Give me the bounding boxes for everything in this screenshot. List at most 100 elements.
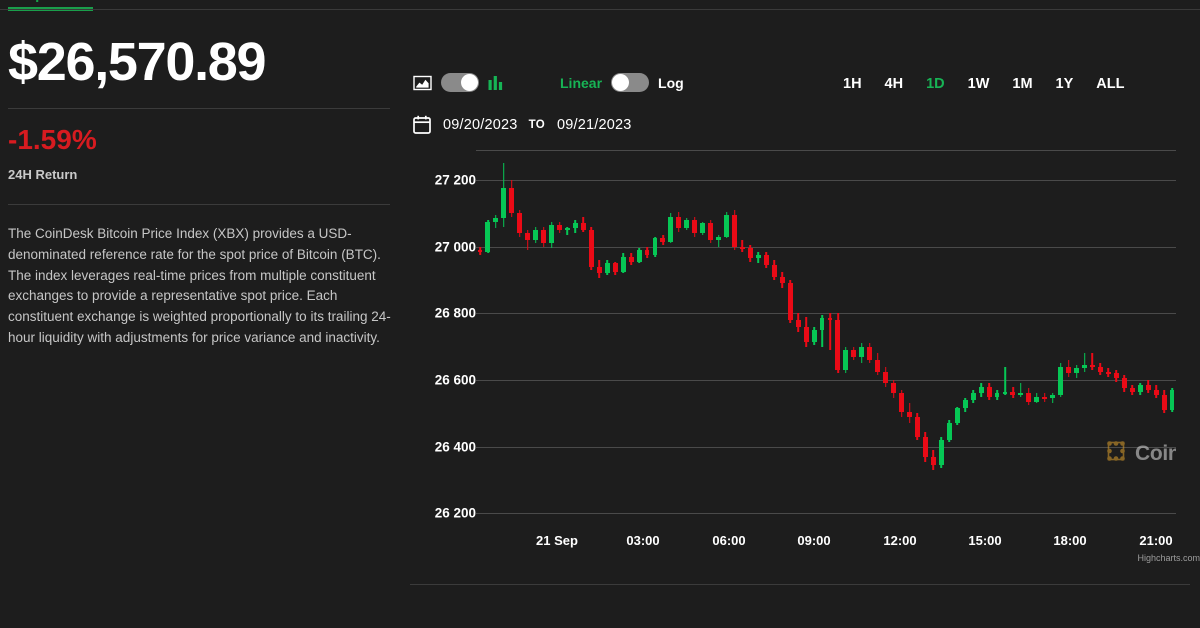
candlestick[interactable] xyxy=(1106,150,1111,530)
candlestick[interactable] xyxy=(764,150,769,530)
candlestick[interactable] xyxy=(820,150,825,530)
candlestick[interactable] xyxy=(843,150,848,530)
candlestick[interactable] xyxy=(533,150,538,530)
candlestick[interactable] xyxy=(653,150,658,530)
candlestick[interactable] xyxy=(597,150,602,530)
candlestick[interactable] xyxy=(915,150,920,530)
scale-toggle[interactable] xyxy=(611,73,649,92)
candlestick[interactable] xyxy=(493,150,498,530)
candlestick[interactable] xyxy=(875,150,880,530)
candlestick[interactable] xyxy=(1003,150,1008,530)
candlestick[interactable] xyxy=(1146,150,1151,530)
candlestick[interactable] xyxy=(995,150,1000,530)
candlestick[interactable] xyxy=(971,150,976,530)
candlestick[interactable] xyxy=(740,150,745,530)
candlestick[interactable] xyxy=(1170,150,1175,530)
candlestick[interactable] xyxy=(724,150,729,530)
candlestick[interactable] xyxy=(573,150,578,530)
candlestick[interactable] xyxy=(1082,150,1087,530)
candlestick[interactable] xyxy=(748,150,753,530)
candlestick[interactable] xyxy=(549,150,554,530)
candlestick[interactable] xyxy=(891,150,896,530)
scale-linear-label[interactable]: Linear xyxy=(560,75,602,91)
candlestick[interactable] xyxy=(1114,150,1119,530)
candlestick[interactable] xyxy=(1130,150,1135,530)
candlestick[interactable] xyxy=(780,150,785,530)
candlestick[interactable] xyxy=(1138,150,1143,530)
candlestick[interactable] xyxy=(613,150,618,530)
range-button-1d[interactable]: 1D xyxy=(925,74,946,94)
candlestick[interactable] xyxy=(812,150,817,530)
calendar-icon[interactable] xyxy=(413,115,431,134)
candlestick[interactable] xyxy=(883,150,888,530)
candlestick[interactable] xyxy=(565,150,570,530)
plot-area[interactable]: CoinDesk xyxy=(476,150,1176,530)
candlestick[interactable] xyxy=(987,150,992,530)
candlestick[interactable] xyxy=(660,150,665,530)
candlestick[interactable] xyxy=(788,150,793,530)
candlestick[interactable] xyxy=(947,150,952,530)
range-button-1y[interactable]: 1Y xyxy=(1055,74,1075,94)
candlestick[interactable] xyxy=(1058,150,1063,530)
candlestick[interactable] xyxy=(1066,150,1071,530)
candlestick[interactable] xyxy=(851,150,856,530)
candlestick[interactable] xyxy=(517,150,522,530)
candlestick[interactable] xyxy=(963,150,968,530)
candlestick[interactable] xyxy=(772,150,777,530)
candlestick[interactable] xyxy=(1018,150,1023,530)
candlestick[interactable] xyxy=(478,150,483,530)
date-end[interactable]: 09/21/2023 xyxy=(557,117,632,133)
candlestick[interactable] xyxy=(621,150,626,530)
candlestick[interactable] xyxy=(509,150,514,530)
scale-log-label[interactable]: Log xyxy=(658,75,684,91)
candlestick[interactable] xyxy=(692,150,697,530)
candlestick[interactable] xyxy=(589,150,594,530)
candlestick[interactable] xyxy=(716,150,721,530)
candlestick[interactable] xyxy=(1034,150,1039,530)
candlestick[interactable] xyxy=(1090,150,1095,530)
candlestick[interactable] xyxy=(605,150,610,530)
candlestick[interactable] xyxy=(708,150,713,530)
candlestick[interactable] xyxy=(939,150,944,530)
candlestick[interactable] xyxy=(1074,150,1079,530)
candlestick[interactable] xyxy=(835,150,840,530)
candlestick[interactable] xyxy=(796,150,801,530)
candlestick[interactable] xyxy=(501,150,506,530)
candlestick[interactable] xyxy=(1098,150,1103,530)
candlestick[interactable] xyxy=(684,150,689,530)
range-button-all[interactable]: ALL xyxy=(1095,74,1125,94)
candlestick[interactable] xyxy=(732,150,737,530)
candlestick[interactable] xyxy=(1050,150,1055,530)
date-range-picker[interactable]: 09/20/2023 TO 09/21/2023 xyxy=(413,115,632,134)
candlestick[interactable] xyxy=(756,150,761,530)
candlestick[interactable] xyxy=(581,150,586,530)
candlestick[interactable] xyxy=(907,150,912,530)
tab-graph-view[interactable]: Graph View xyxy=(9,0,92,3)
candlestick[interactable] xyxy=(867,150,872,530)
candlestick[interactable] xyxy=(1010,150,1015,530)
candlestick[interactable] xyxy=(557,150,562,530)
candlestick[interactable] xyxy=(637,150,642,530)
date-start[interactable]: 09/20/2023 xyxy=(443,117,518,133)
candlestick[interactable] xyxy=(1042,150,1047,530)
candlestick[interactable] xyxy=(541,150,546,530)
highcharts-credit[interactable]: Highcharts.com xyxy=(1137,553,1200,563)
candlestick[interactable] xyxy=(923,150,928,530)
chart-type-toggle[interactable] xyxy=(441,73,479,92)
candlestick[interactable] xyxy=(485,150,490,530)
candlestick[interactable] xyxy=(899,150,904,530)
candlestick[interactable] xyxy=(955,150,960,530)
range-button-1h[interactable]: 1H xyxy=(842,74,863,94)
range-button-4h[interactable]: 4H xyxy=(884,74,905,94)
candlestick[interactable] xyxy=(828,150,833,530)
candlestick[interactable] xyxy=(1026,150,1031,530)
candlestick[interactable] xyxy=(668,150,673,530)
candlestick[interactable] xyxy=(645,150,650,530)
candlestick[interactable] xyxy=(931,150,936,530)
bar-chart-icon[interactable] xyxy=(488,75,503,91)
candlestick[interactable] xyxy=(1154,150,1159,530)
line-chart-icon[interactable] xyxy=(413,75,432,91)
candlestick[interactable] xyxy=(700,150,705,530)
candlestick[interactable] xyxy=(979,150,984,530)
candlestick[interactable] xyxy=(1162,150,1167,530)
